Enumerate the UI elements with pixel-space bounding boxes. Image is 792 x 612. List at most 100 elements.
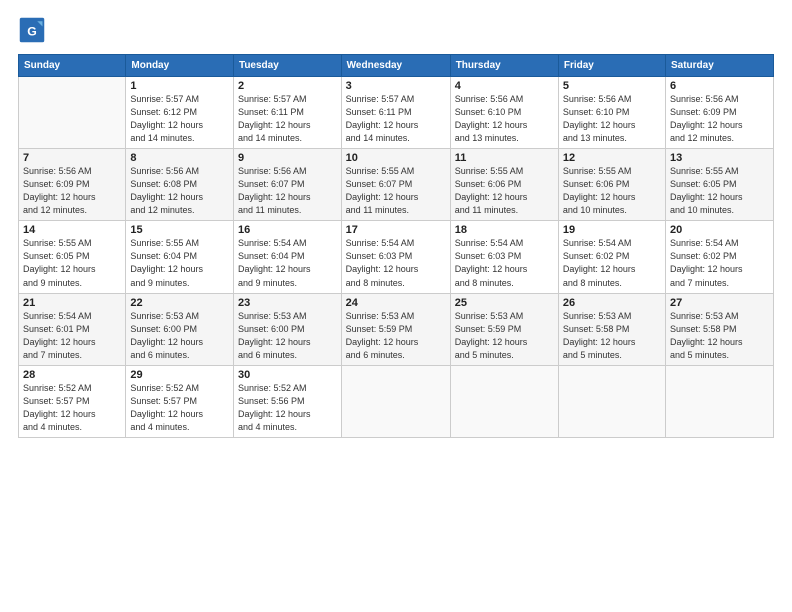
day-cell	[450, 365, 558, 437]
day-info: Sunrise: 5:53 AM Sunset: 6:00 PM Dayligh…	[238, 310, 337, 362]
day-info: Sunrise: 5:53 AM Sunset: 5:58 PM Dayligh…	[563, 310, 661, 362]
day-cell: 17Sunrise: 5:54 AM Sunset: 6:03 PM Dayli…	[341, 221, 450, 293]
col-header-tuesday: Tuesday	[233, 55, 341, 77]
day-cell	[558, 365, 665, 437]
day-number: 21	[23, 297, 121, 309]
day-info: Sunrise: 5:52 AM Sunset: 5:57 PM Dayligh…	[23, 382, 121, 434]
day-info: Sunrise: 5:53 AM Sunset: 6:00 PM Dayligh…	[130, 310, 229, 362]
day-cell: 6Sunrise: 5:56 AM Sunset: 6:09 PM Daylig…	[666, 77, 774, 149]
day-info: Sunrise: 5:54 AM Sunset: 6:01 PM Dayligh…	[23, 310, 121, 362]
day-cell: 10Sunrise: 5:55 AM Sunset: 6:07 PM Dayli…	[341, 149, 450, 221]
day-number: 26	[563, 297, 661, 309]
day-number: 4	[455, 80, 554, 92]
day-number: 9	[238, 152, 337, 164]
day-info: Sunrise: 5:55 AM Sunset: 6:05 PM Dayligh…	[23, 237, 121, 289]
day-info: Sunrise: 5:57 AM Sunset: 6:11 PM Dayligh…	[346, 93, 446, 145]
col-header-friday: Friday	[558, 55, 665, 77]
day-cell: 13Sunrise: 5:55 AM Sunset: 6:05 PM Dayli…	[666, 149, 774, 221]
day-info: Sunrise: 5:55 AM Sunset: 6:06 PM Dayligh…	[563, 165, 661, 217]
day-cell: 9Sunrise: 5:56 AM Sunset: 6:07 PM Daylig…	[233, 149, 341, 221]
day-info: Sunrise: 5:56 AM Sunset: 6:09 PM Dayligh…	[23, 165, 121, 217]
day-cell: 21Sunrise: 5:54 AM Sunset: 6:01 PM Dayli…	[19, 293, 126, 365]
day-info: Sunrise: 5:56 AM Sunset: 6:10 PM Dayligh…	[455, 93, 554, 145]
day-cell: 14Sunrise: 5:55 AM Sunset: 6:05 PM Dayli…	[19, 221, 126, 293]
day-info: Sunrise: 5:56 AM Sunset: 6:08 PM Dayligh…	[130, 165, 229, 217]
day-info: Sunrise: 5:53 AM Sunset: 5:59 PM Dayligh…	[346, 310, 446, 362]
day-cell: 26Sunrise: 5:53 AM Sunset: 5:58 PM Dayli…	[558, 293, 665, 365]
day-info: Sunrise: 5:53 AM Sunset: 5:59 PM Dayligh…	[455, 310, 554, 362]
day-info: Sunrise: 5:54 AM Sunset: 6:02 PM Dayligh…	[670, 237, 769, 289]
day-cell: 11Sunrise: 5:55 AM Sunset: 6:06 PM Dayli…	[450, 149, 558, 221]
col-header-saturday: Saturday	[666, 55, 774, 77]
day-number: 14	[23, 224, 121, 236]
day-cell: 23Sunrise: 5:53 AM Sunset: 6:00 PM Dayli…	[233, 293, 341, 365]
day-cell: 19Sunrise: 5:54 AM Sunset: 6:02 PM Dayli…	[558, 221, 665, 293]
day-info: Sunrise: 5:54 AM Sunset: 6:02 PM Dayligh…	[563, 237, 661, 289]
day-number: 7	[23, 152, 121, 164]
day-number: 19	[563, 224, 661, 236]
day-info: Sunrise: 5:55 AM Sunset: 6:05 PM Dayligh…	[670, 165, 769, 217]
logo: G	[18, 16, 50, 44]
day-info: Sunrise: 5:54 AM Sunset: 6:03 PM Dayligh…	[346, 237, 446, 289]
page: G SundayMondayTuesdayWednesdayThursdayFr…	[0, 0, 792, 612]
day-number: 30	[238, 369, 337, 381]
day-number: 11	[455, 152, 554, 164]
day-cell	[19, 77, 126, 149]
day-info: Sunrise: 5:57 AM Sunset: 6:11 PM Dayligh…	[238, 93, 337, 145]
day-cell: 12Sunrise: 5:55 AM Sunset: 6:06 PM Dayli…	[558, 149, 665, 221]
day-number: 12	[563, 152, 661, 164]
day-cell: 22Sunrise: 5:53 AM Sunset: 6:00 PM Dayli…	[126, 293, 234, 365]
col-header-sunday: Sunday	[19, 55, 126, 77]
day-number: 17	[346, 224, 446, 236]
day-info: Sunrise: 5:53 AM Sunset: 5:58 PM Dayligh…	[670, 310, 769, 362]
day-number: 13	[670, 152, 769, 164]
logo-icon: G	[18, 16, 46, 44]
day-cell: 7Sunrise: 5:56 AM Sunset: 6:09 PM Daylig…	[19, 149, 126, 221]
day-info: Sunrise: 5:55 AM Sunset: 6:07 PM Dayligh…	[346, 165, 446, 217]
day-number: 6	[670, 80, 769, 92]
day-cell: 1Sunrise: 5:57 AM Sunset: 6:12 PM Daylig…	[126, 77, 234, 149]
day-number: 16	[238, 224, 337, 236]
col-header-wednesday: Wednesday	[341, 55, 450, 77]
day-info: Sunrise: 5:55 AM Sunset: 6:04 PM Dayligh…	[130, 237, 229, 289]
week-row-1: 1Sunrise: 5:57 AM Sunset: 6:12 PM Daylig…	[19, 77, 774, 149]
week-row-2: 7Sunrise: 5:56 AM Sunset: 6:09 PM Daylig…	[19, 149, 774, 221]
calendar-table: SundayMondayTuesdayWednesdayThursdayFrid…	[18, 54, 774, 438]
day-number: 10	[346, 152, 446, 164]
day-number: 28	[23, 369, 121, 381]
day-cell: 5Sunrise: 5:56 AM Sunset: 6:10 PM Daylig…	[558, 77, 665, 149]
day-number: 29	[130, 369, 229, 381]
day-cell: 4Sunrise: 5:56 AM Sunset: 6:10 PM Daylig…	[450, 77, 558, 149]
day-cell: 29Sunrise: 5:52 AM Sunset: 5:57 PM Dayli…	[126, 365, 234, 437]
day-number: 1	[130, 80, 229, 92]
day-cell: 3Sunrise: 5:57 AM Sunset: 6:11 PM Daylig…	[341, 77, 450, 149]
day-number: 3	[346, 80, 446, 92]
week-row-5: 28Sunrise: 5:52 AM Sunset: 5:57 PM Dayli…	[19, 365, 774, 437]
day-number: 15	[130, 224, 229, 236]
header: G	[18, 16, 774, 44]
day-number: 23	[238, 297, 337, 309]
day-info: Sunrise: 5:56 AM Sunset: 6:07 PM Dayligh…	[238, 165, 337, 217]
day-cell: 24Sunrise: 5:53 AM Sunset: 5:59 PM Dayli…	[341, 293, 450, 365]
week-row-4: 21Sunrise: 5:54 AM Sunset: 6:01 PM Dayli…	[19, 293, 774, 365]
day-number: 5	[563, 80, 661, 92]
week-row-3: 14Sunrise: 5:55 AM Sunset: 6:05 PM Dayli…	[19, 221, 774, 293]
day-info: Sunrise: 5:56 AM Sunset: 6:09 PM Dayligh…	[670, 93, 769, 145]
day-number: 8	[130, 152, 229, 164]
day-cell: 15Sunrise: 5:55 AM Sunset: 6:04 PM Dayli…	[126, 221, 234, 293]
day-cell: 30Sunrise: 5:52 AM Sunset: 5:56 PM Dayli…	[233, 365, 341, 437]
day-cell: 16Sunrise: 5:54 AM Sunset: 6:04 PM Dayli…	[233, 221, 341, 293]
day-cell: 25Sunrise: 5:53 AM Sunset: 5:59 PM Dayli…	[450, 293, 558, 365]
day-info: Sunrise: 5:52 AM Sunset: 5:57 PM Dayligh…	[130, 382, 229, 434]
day-cell: 8Sunrise: 5:56 AM Sunset: 6:08 PM Daylig…	[126, 149, 234, 221]
svg-text:G: G	[27, 24, 37, 38]
day-cell	[341, 365, 450, 437]
day-info: Sunrise: 5:54 AM Sunset: 6:03 PM Dayligh…	[455, 237, 554, 289]
day-number: 24	[346, 297, 446, 309]
header-row: SundayMondayTuesdayWednesdayThursdayFrid…	[19, 55, 774, 77]
day-info: Sunrise: 5:55 AM Sunset: 6:06 PM Dayligh…	[455, 165, 554, 217]
day-number: 20	[670, 224, 769, 236]
day-number: 18	[455, 224, 554, 236]
day-number: 25	[455, 297, 554, 309]
day-cell: 20Sunrise: 5:54 AM Sunset: 6:02 PM Dayli…	[666, 221, 774, 293]
